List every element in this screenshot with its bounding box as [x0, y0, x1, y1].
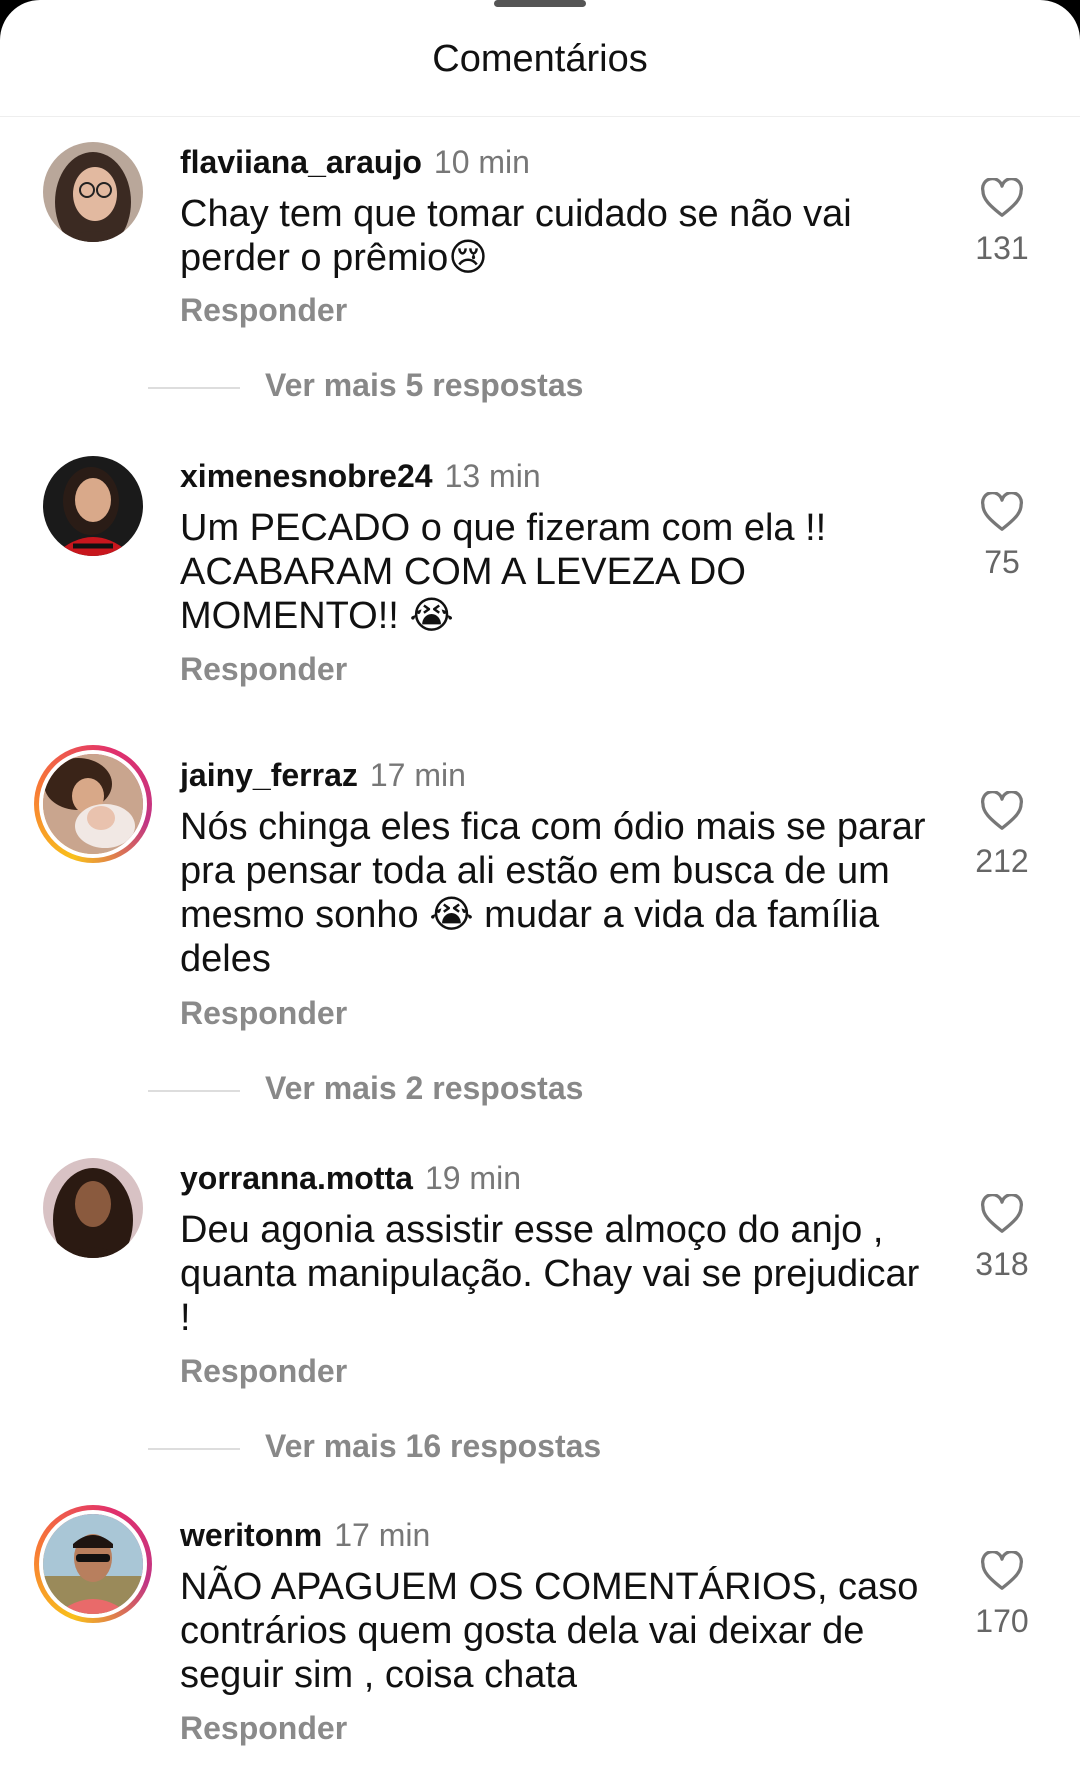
comment-meta: weritonm 17 min — [180, 1515, 430, 1555]
timestamp: 17 min — [334, 1517, 431, 1553]
avatar-story-ring[interactable] — [34, 1505, 152, 1623]
view-more-replies-label: Ver mais 5 respostas — [265, 367, 584, 403]
timestamp: 10 min — [433, 144, 530, 180]
reply-button[interactable]: Responder — [180, 1353, 347, 1390]
like-button[interactable]: 170 — [960, 1551, 1044, 1640]
avatar[interactable] — [43, 142, 143, 242]
like-count: 75 — [984, 544, 1020, 580]
avatar[interactable] — [43, 456, 143, 556]
like-count: 170 — [975, 1603, 1029, 1639]
timestamp: 19 min — [424, 1160, 521, 1196]
avatar-photo — [43, 142, 143, 242]
view-more-replies[interactable]: Ver mais 16 respostas — [0, 1428, 1080, 1468]
heart-outline-icon — [981, 1194, 1023, 1233]
like-button[interactable]: 75 — [960, 492, 1044, 581]
replies-line — [148, 1448, 240, 1450]
sheet-title: Comentários — [432, 38, 648, 80]
avatar-photo — [43, 1158, 143, 1258]
like-count: 131 — [975, 230, 1029, 266]
comment-text: Deu agonia assistir esse almoço do anjo … — [180, 1209, 920, 1339]
header-divider — [0, 116, 1080, 117]
sheet-grabber[interactable] — [494, 0, 586, 7]
comment-text: Um PECADO o que fizeram com ela !! ACABA… — [180, 507, 827, 637]
username[interactable]: jainy_ferraz — [180, 757, 358, 793]
avatar-photo — [43, 1514, 143, 1614]
username[interactable]: yorranna.motta — [180, 1160, 413, 1196]
heart-outline-icon — [981, 178, 1023, 217]
comments-sheet: Comentários flaviiana_araujo 10 min Chay … — [0, 0, 1080, 1774]
view-more-replies[interactable]: Ver mais 2 respostas — [0, 1070, 1080, 1110]
timestamp: 17 min — [369, 757, 466, 793]
avatar-photo — [43, 456, 143, 556]
comment-meta: jainy_ferraz 17 min — [180, 755, 466, 795]
reply-button[interactable]: Responder — [180, 1710, 347, 1747]
like-button[interactable]: 212 — [960, 791, 1044, 880]
avatar-story-ring[interactable] — [34, 745, 152, 863]
view-more-replies-label: Ver mais 2 respostas — [265, 1070, 584, 1106]
username[interactable]: weritonm — [180, 1517, 322, 1553]
heart-outline-icon — [981, 791, 1023, 830]
comment-text: Nós chinga eles fica com ódio mais se pa… — [180, 806, 926, 980]
comment-meta: flaviiana_araujo 10 min — [180, 142, 530, 182]
username[interactable]: ximenesnobre24 — [180, 458, 433, 494]
like-button[interactable]: 131 — [960, 178, 1044, 267]
comment-text: NÃO APAGUEM OS COMENTÁRIOS, caso contrár… — [180, 1566, 919, 1696]
comment-text: Chay tem que tomar cuidado se não vai pe… — [180, 193, 852, 279]
comment-meta: ximenesnobre24 13 min — [180, 456, 541, 496]
reply-button[interactable]: Responder — [180, 651, 347, 688]
heart-outline-icon — [981, 1551, 1023, 1590]
replies-line — [148, 1090, 240, 1092]
heart-outline-icon — [981, 492, 1023, 531]
avatar[interactable] — [43, 1158, 143, 1258]
view-more-replies[interactable]: Ver mais 5 respostas — [0, 367, 1080, 407]
reply-button[interactable]: Responder — [180, 995, 347, 1032]
view-more-replies-label: Ver mais 16 respostas — [265, 1428, 602, 1464]
like-count: 318 — [975, 1246, 1029, 1282]
reply-button[interactable]: Responder — [180, 292, 347, 329]
username[interactable]: flaviiana_araujo — [180, 144, 422, 180]
like-button[interactable]: 318 — [960, 1194, 1044, 1283]
comment-meta: yorranna.motta 19 min — [180, 1158, 521, 1198]
avatar-photo — [43, 754, 143, 854]
like-count: 212 — [975, 843, 1029, 879]
replies-line — [148, 387, 240, 389]
timestamp: 13 min — [444, 458, 541, 494]
